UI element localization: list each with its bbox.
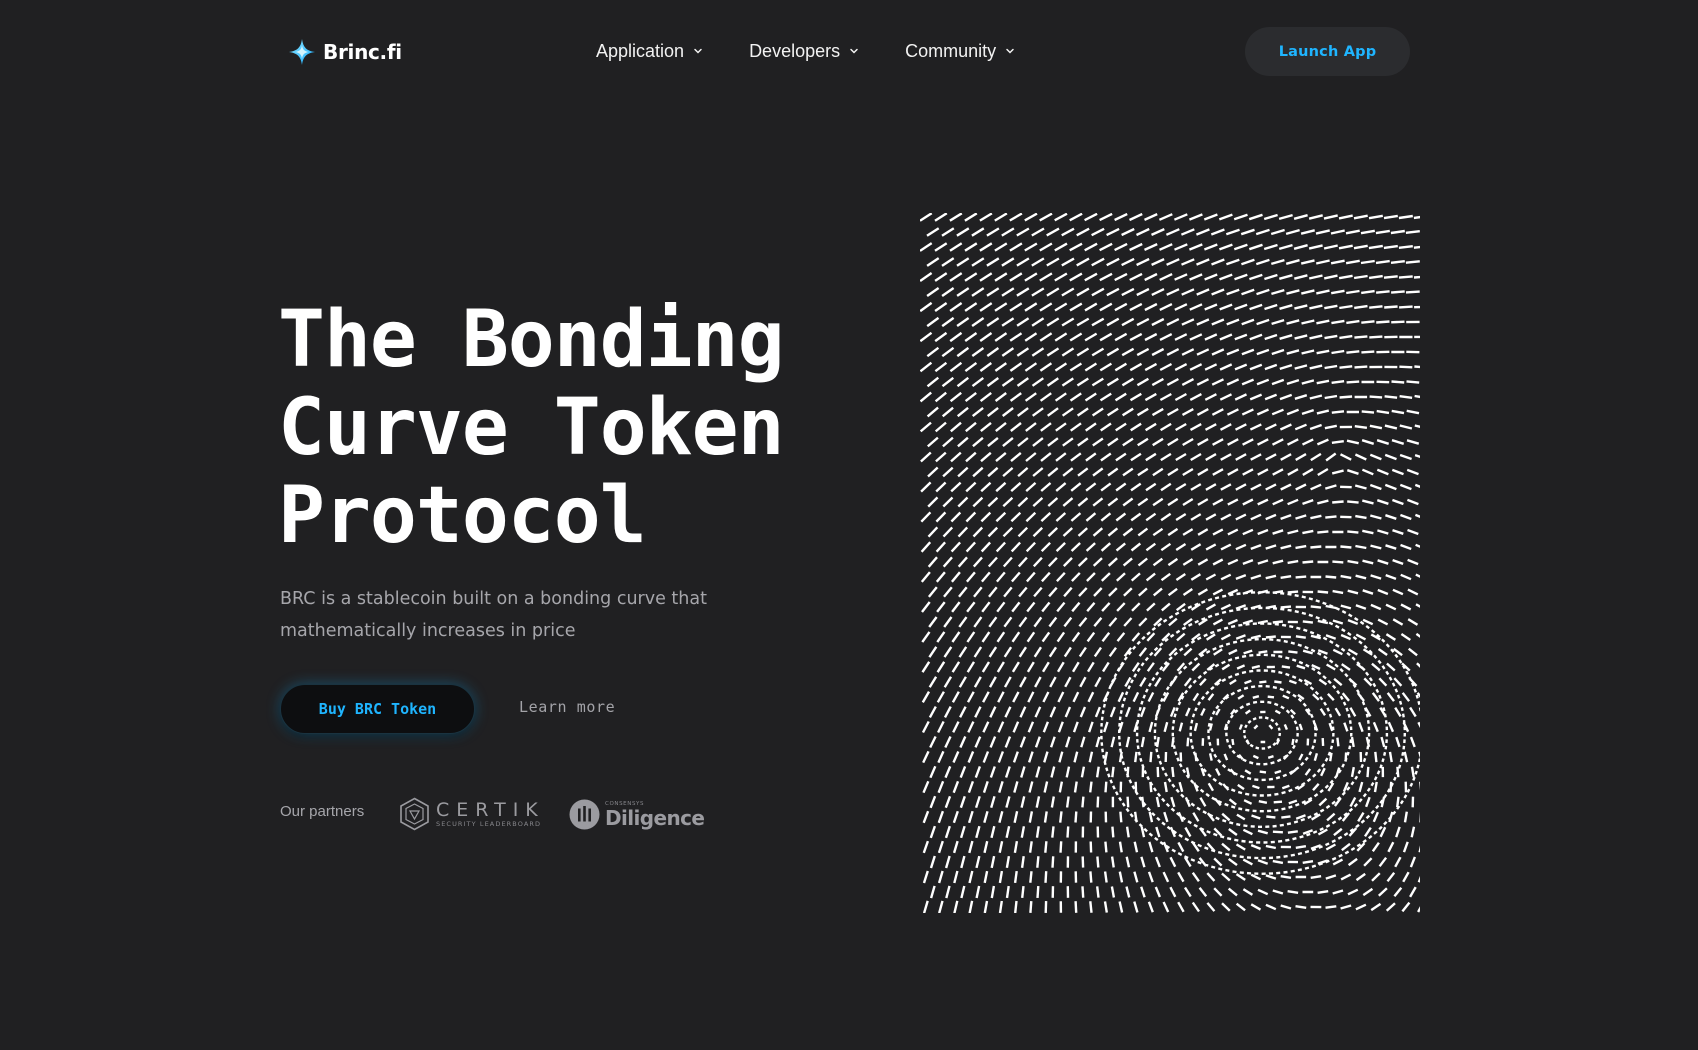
nav-item-application[interactable]: Application [596, 38, 703, 64]
chevron-down-icon [694, 48, 702, 54]
partner-tagline: SECURITY LEADERBOARD [436, 820, 542, 828]
brand-name: Brinc.fi [323, 40, 402, 64]
main-nav: Application Developers Community [596, 38, 1061, 64]
hero-subtitle-line: mathematically increases in price [280, 621, 576, 641]
certik-shield-icon [400, 797, 429, 831]
vortex-dash-field [920, 213, 1420, 913]
nav-item-label: Application [596, 40, 685, 61]
diligence-circle-icon [569, 799, 600, 830]
partner-name: CERTIK [436, 799, 545, 821]
four-point-star-icon [289, 39, 315, 65]
hero-title-line: Curve Token [278, 383, 785, 473]
learn-more-link[interactable]: Learn more [519, 698, 615, 716]
partner-name: Diligence [605, 805, 705, 830]
buy-brc-token-button[interactable]: Buy BRC Token [280, 684, 475, 734]
nav-item-community[interactable]: Community [905, 38, 1015, 64]
partner-logo-diligence[interactable]: CONSENSYS Diligence [569, 799, 705, 830]
nav-item-developers[interactable]: Developers [749, 38, 859, 64]
nav-item-label: Developers [749, 40, 841, 61]
launch-app-button[interactable]: Launch App [1245, 27, 1410, 76]
brand-home-link[interactable]: Brinc.fi [288, 37, 402, 67]
hero-subtitle: BRC is a stablecoin built on a bonding c… [280, 583, 750, 647]
chevron-down-icon [850, 48, 858, 54]
hero-title-line: The Bonding [278, 295, 785, 385]
site-header: Brinc.fi Application Developers Communit… [0, 0, 1698, 104]
vortex-artwork-image [920, 213, 1420, 913]
nav-item-label: Community [905, 40, 997, 61]
chevron-down-icon [1006, 48, 1014, 54]
partners-label: Our partners [280, 803, 365, 820]
hero-subtitle-line: BRC is a stablecoin built on a bonding c… [280, 589, 707, 609]
partner-logo-certik[interactable]: CERTIK SECURITY LEADERBOARD [399, 797, 545, 831]
hero-title-line: Protocol [278, 471, 647, 561]
hero-title: The Bonding Curve Token Protocol [278, 296, 838, 560]
